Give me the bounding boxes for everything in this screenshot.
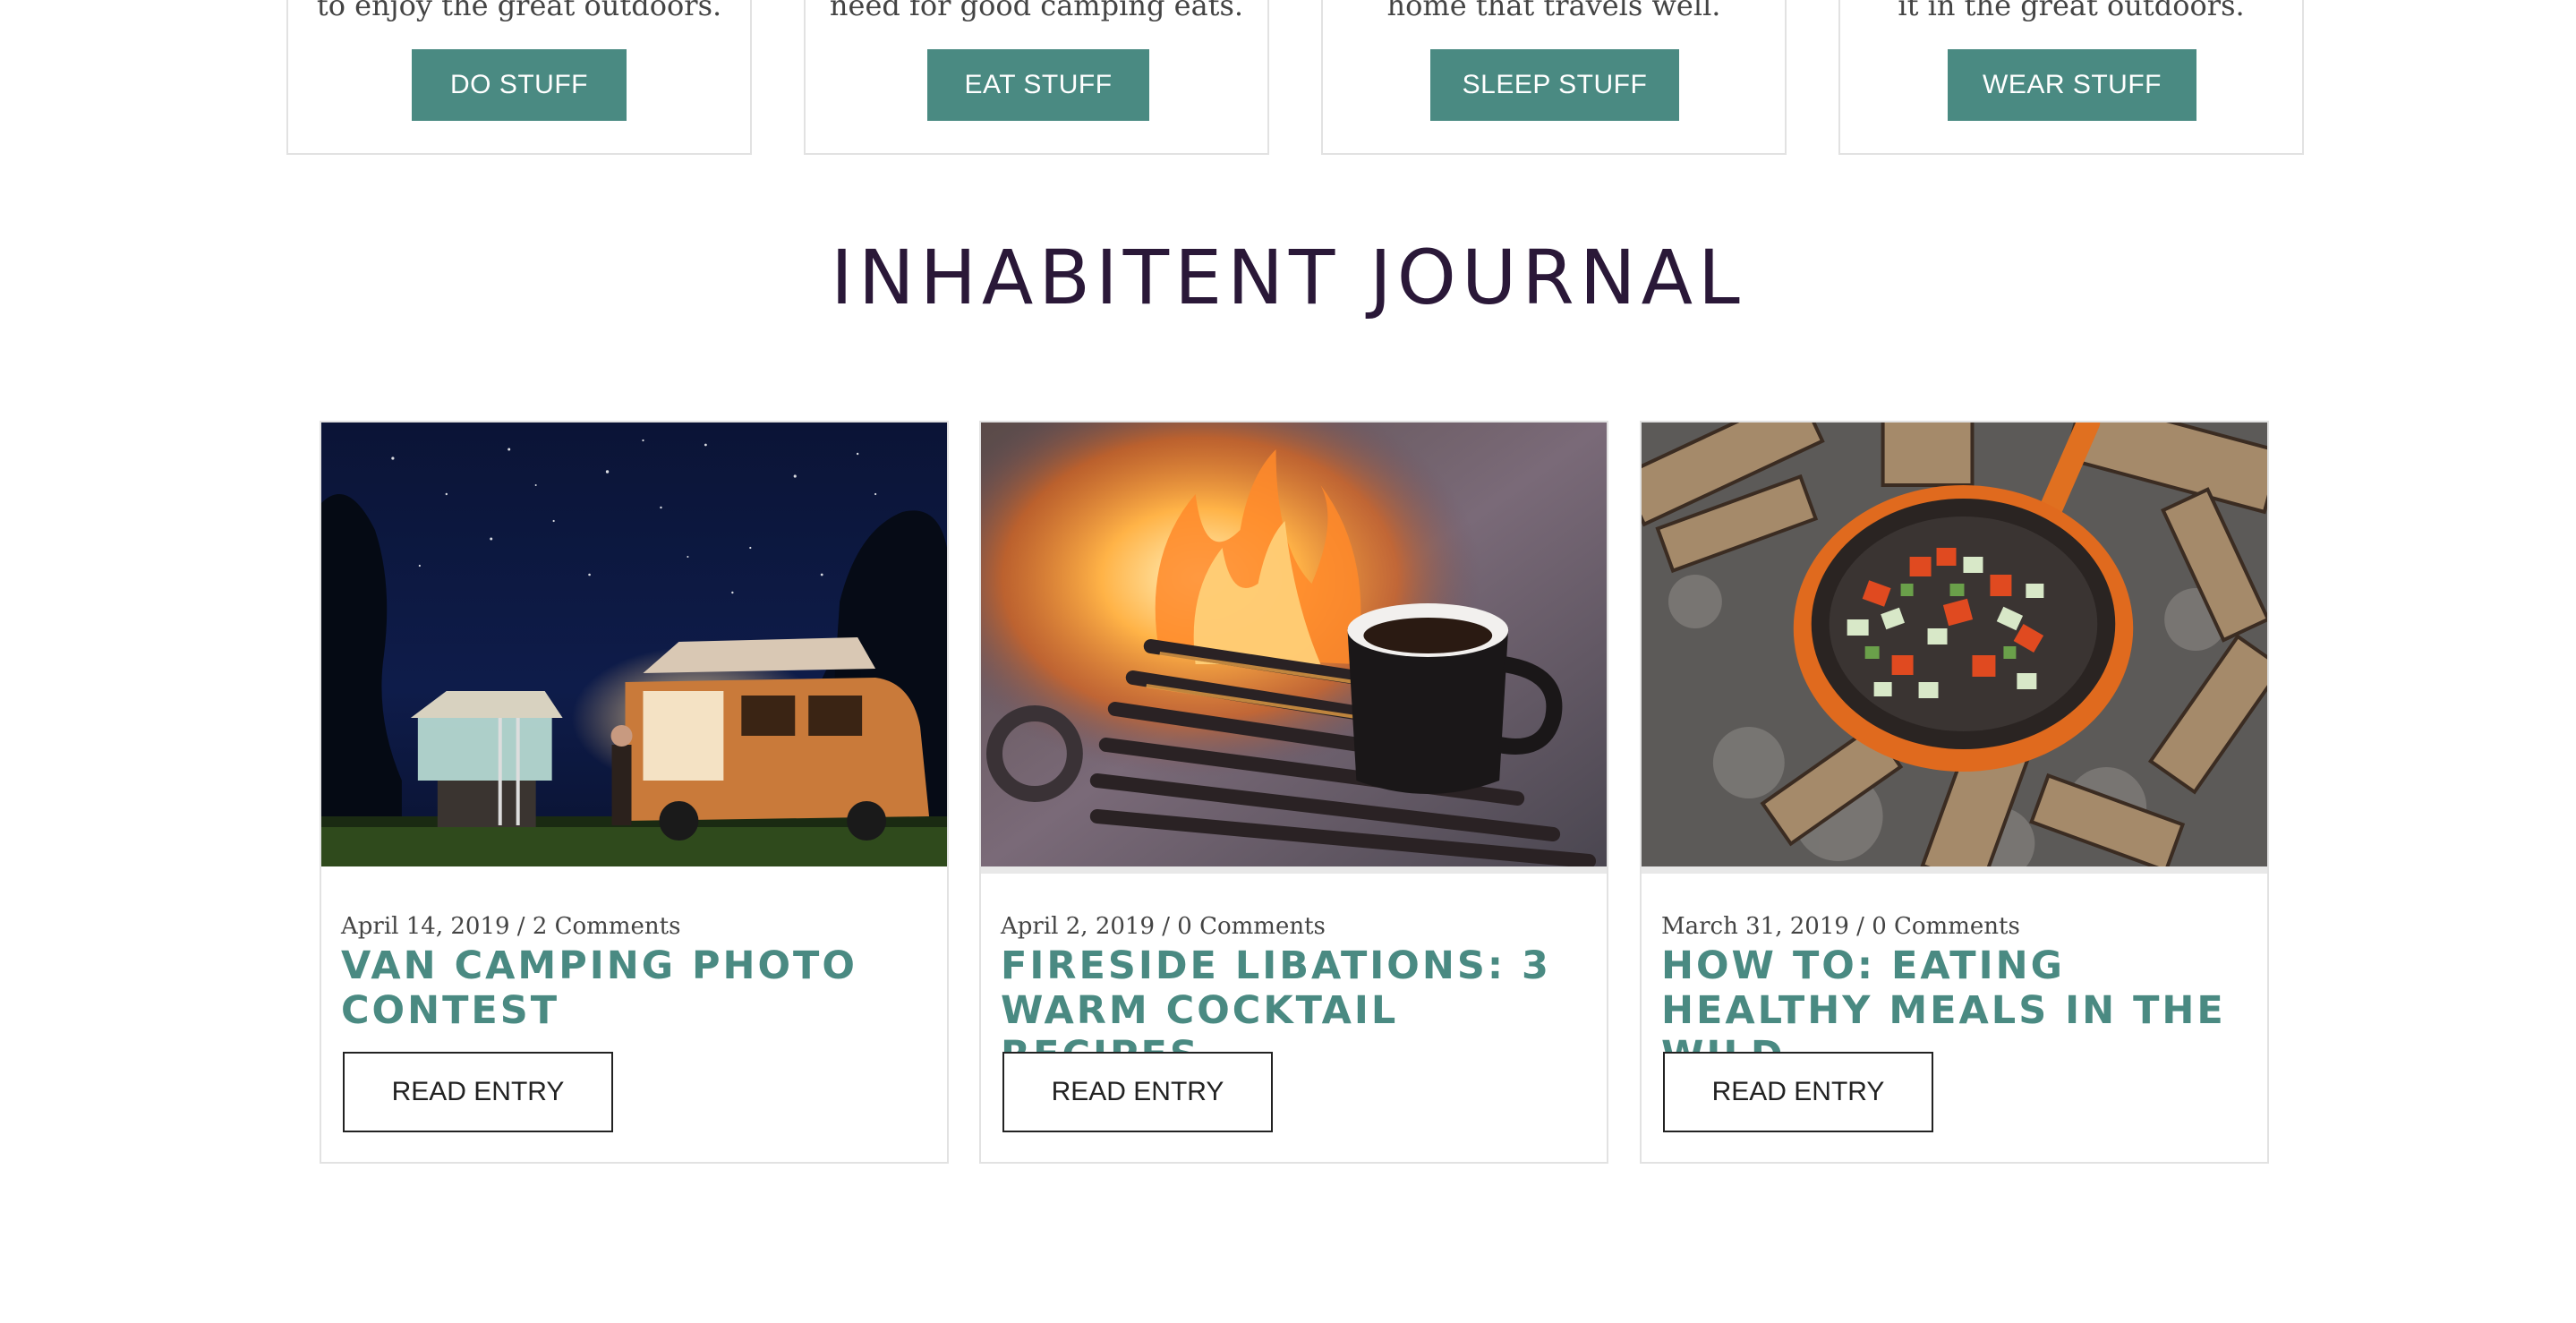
post-date: April 14, 2019 [341, 913, 510, 940]
category-card-sleep: home that travels well. SLEEP STUFF [1321, 0, 1787, 155]
journal-section-title: INHABITENT JOURNAL [831, 234, 1745, 321]
campfire-coffee-mug-image[interactable] [981, 423, 1607, 866]
journal-post-card: March 31, 2019 / 0 Comments HOW TO: EATI… [1640, 421, 2269, 1164]
read-entry-button[interactable]: READ ENTRY [343, 1052, 613, 1132]
meta-separator: / [516, 913, 525, 940]
meta-separator: / [1856, 913, 1864, 940]
image-divider [1642, 866, 2267, 874]
post-title-link[interactable]: VAN CAMPING PHOTO CONTEST [341, 943, 932, 1033]
post-meta: April 2, 2019 / 0 Comments [1001, 913, 1326, 940]
wear-stuff-button[interactable]: WEAR STUFF [1948, 49, 2196, 121]
comments-link[interactable]: 0 Comments [1177, 913, 1326, 940]
image-divider [981, 866, 1607, 874]
comments-link[interactable]: 0 Comments [1872, 913, 2020, 940]
category-description: need for good camping eats. [829, 0, 1244, 22]
category-description: home that travels well. [1386, 0, 1721, 22]
category-card-eat: need for good camping eats. EAT STUFF [804, 0, 1269, 155]
category-description: it in the great outdoors. [1898, 0, 2245, 22]
image-divider [321, 866, 947, 874]
category-card-wear: it in the great outdoors. WEAR STUFF [1838, 0, 2304, 155]
read-entry-button[interactable]: READ ENTRY [1663, 1052, 1933, 1132]
do-stuff-button[interactable]: DO STUFF [412, 49, 627, 121]
comments-link[interactable]: 2 Comments [533, 913, 681, 940]
post-date: April 2, 2019 [1001, 913, 1155, 940]
post-meta: March 31, 2019 / 0 Comments [1661, 913, 2020, 940]
category-card-do: to enjoy the great outdoors. DO STUFF [286, 0, 752, 155]
skillet-vegetables-campfire-image[interactable] [1642, 423, 2267, 866]
category-description: to enjoy the great outdoors. [316, 0, 722, 22]
post-meta: April 14, 2019 / 2 Comments [341, 913, 680, 940]
journal-post-card: April 14, 2019 / 2 Comments VAN CAMPING … [320, 421, 949, 1164]
journal-post-card: April 2, 2019 / 0 Comments FIRESIDE LIBA… [979, 421, 1608, 1164]
van-camping-night-image[interactable] [321, 423, 947, 866]
eat-stuff-button[interactable]: EAT STUFF [927, 49, 1149, 121]
meta-separator: / [1162, 913, 1171, 940]
post-date: March 31, 2019 [1661, 913, 1849, 940]
read-entry-button[interactable]: READ ENTRY [1002, 1052, 1273, 1132]
sleep-stuff-button[interactable]: SLEEP STUFF [1430, 49, 1679, 121]
